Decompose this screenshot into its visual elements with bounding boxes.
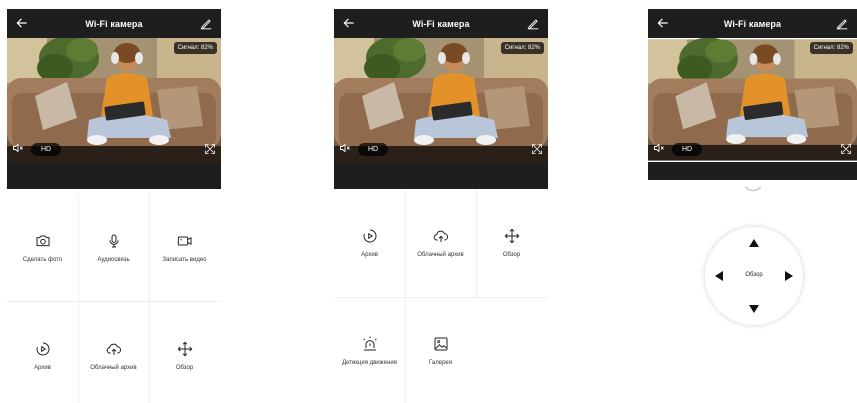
archive-button[interactable]: Архив [7,302,78,403]
control-label: Облачный архив [417,252,464,258]
quality-toggle-button[interactable]: HD [358,143,389,156]
cloud-archive-button[interactable]: Облачный архив [78,302,149,403]
gallery-button[interactable]: Галерея [405,297,476,403]
signal-badge: Сигнал: 82% [809,42,853,54]
video-camera-icon [177,233,193,249]
pan-down-arrow-icon[interactable] [749,305,759,313]
app-header: Wi-Fi камера [334,9,548,38]
back-arrow-icon[interactable] [15,16,29,30]
control-label: Архив [34,365,51,371]
signal-badge: Сигнал: 82% [173,42,217,54]
camera-video-feed[interactable]: Сигнал: 82% HD [7,38,221,162]
fullscreen-icon[interactable] [840,143,852,155]
microphone-icon [106,233,122,249]
move-arrows-icon [177,341,193,357]
pan-up-arrow-icon[interactable] [749,239,759,247]
play-circle-icon [362,228,378,244]
motion-detection-button[interactable]: Детекция движения [334,297,405,403]
cloud-upload-icon [433,228,449,244]
fullscreen-icon[interactable] [204,143,216,155]
image-icon [433,336,449,352]
app-header: Wi-Fi камера [7,9,221,38]
page-title: Wi-Fi камера [723,18,782,29]
phone-screen-scrolled-controls: Wi-Fi камера Сигнал: 82% HD Архив Облачн… [334,9,548,403]
control-label: Аудиосвязь [97,257,130,263]
video-bottom-bar [334,162,548,189]
page-title: Wi-Fi камера [85,18,143,29]
play-circle-icon [35,341,51,357]
quality-toggle-button[interactable]: HD [31,143,62,156]
control-label: Облачный архив [90,365,137,371]
move-arrows-icon [504,228,520,244]
control-label: Архив [361,252,378,258]
video-bottom-bar [7,162,221,189]
overview-button[interactable]: Обзор [149,302,220,403]
edit-pencil-icon[interactable] [199,16,213,30]
speaker-mute-icon[interactable] [653,142,665,154]
control-label: Галерея [428,360,452,366]
control-label: Обзор [502,252,521,258]
speaker-mute-icon[interactable] [339,142,351,154]
edit-pencil-icon[interactable] [835,16,849,30]
back-arrow-icon[interactable] [342,16,356,30]
signal-badge: Сигнал: 82% [500,42,544,54]
control-label: Обзор [175,365,194,371]
app-header: Wi-Fi камера [648,9,857,38]
camera-video-feed[interactable]: Сигнал: 82% HD [334,38,548,162]
control-label: Записать видео [162,257,207,263]
chevron-down-icon[interactable] [744,185,762,193]
speaker-mute-icon[interactable] [12,142,24,154]
control-label: Сделать фото [22,257,63,263]
page-title: Wi-Fi камера [412,18,470,29]
archive-button[interactable]: Архив [334,189,405,297]
siren-icon [362,336,378,352]
pan-right-arrow-icon[interactable] [785,271,793,281]
audio-talk-button[interactable]: Аудиосвязь [78,194,149,302]
camera-icon [35,233,51,249]
record-video-button[interactable]: Записать видео [149,194,220,302]
back-arrow-icon[interactable] [656,16,670,30]
phone-screen-main-controls: Wi-Fi камера Сигнал: 82% HD Сделать фото… [7,9,221,403]
fullscreen-icon[interactable] [531,143,543,155]
quality-toggle-button[interactable]: HD [672,143,703,156]
ptz-direction-pad: Обзор [705,227,803,325]
cloud-upload-icon [106,341,122,357]
camera-video-feed[interactable]: Сигнал: 82% HD [648,38,857,162]
take-photo-button[interactable]: Сделать фото [7,194,78,302]
video-bottom-bar [648,162,857,180]
control-label: Детекция движения [342,360,397,366]
phone-screen-ptz-control: Wi-Fi камера Сигнал: 82% HD Обзор [648,9,857,403]
overview-button[interactable]: Обзор [476,189,547,297]
edit-pencil-icon[interactable] [526,16,540,30]
cloud-archive-button[interactable]: Облачный архив [405,189,476,297]
